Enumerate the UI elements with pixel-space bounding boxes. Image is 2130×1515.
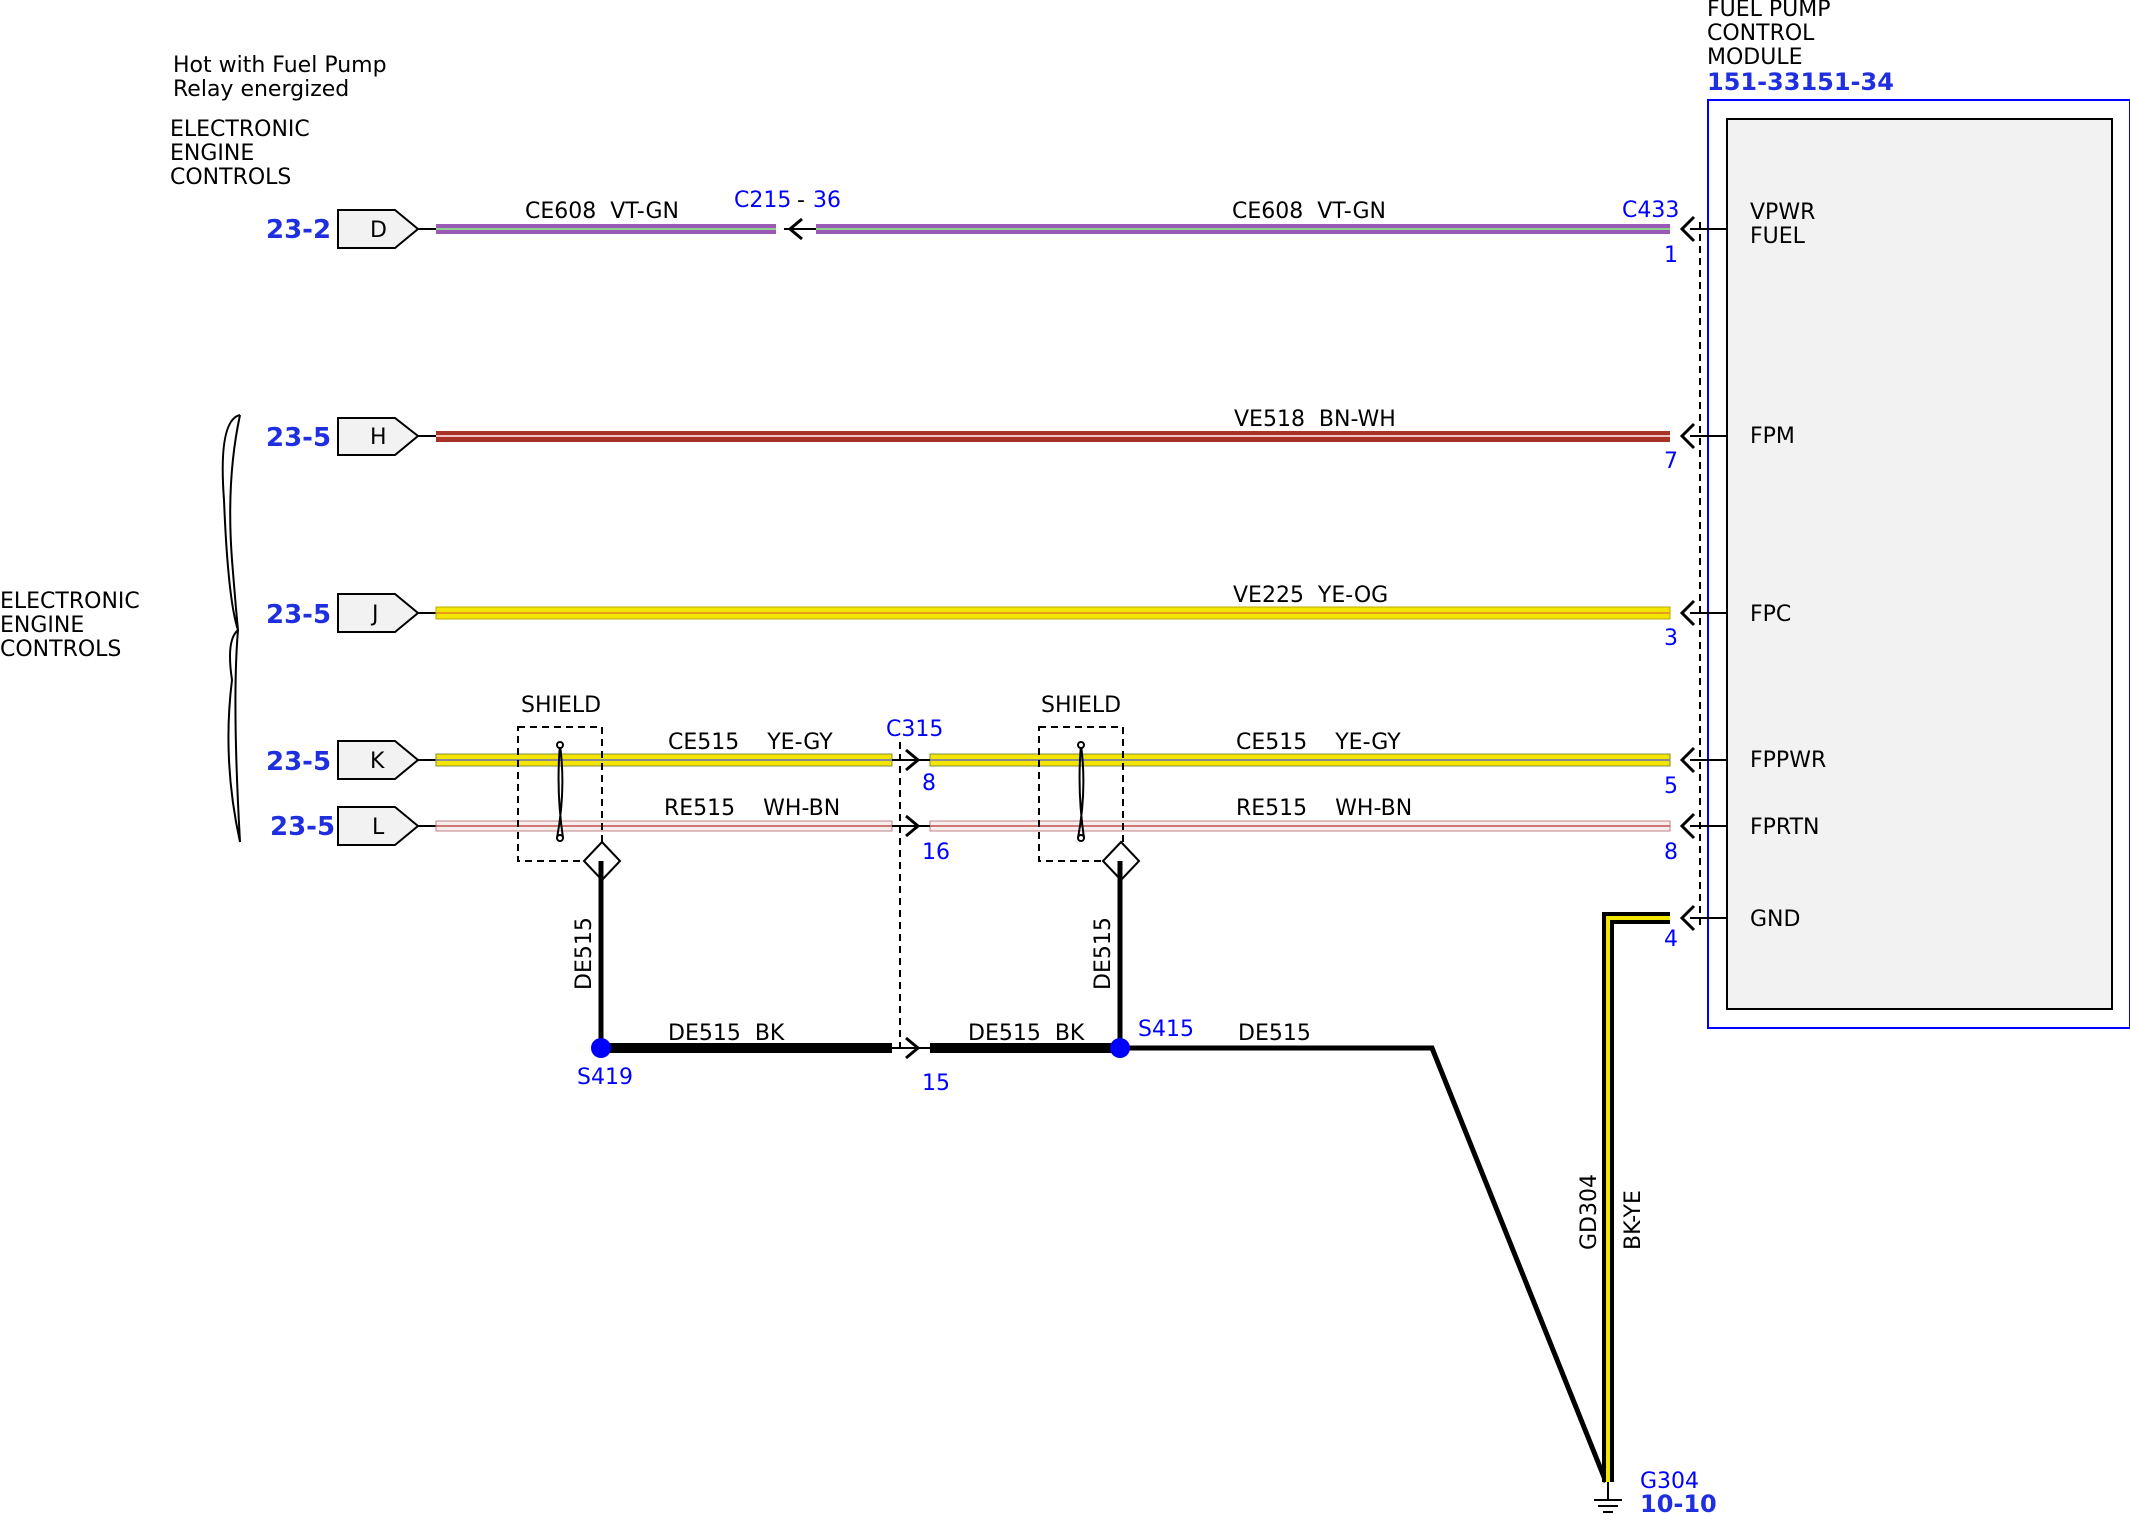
label-ve518: VE518 BN-WH [1234,407,1396,432]
eec-top-line3: CONTROLS [170,165,291,190]
wire-de515-to-ground[interactable] [1120,1045,1609,1483]
ref-23-5-h[interactable]: 23-5 [266,423,331,453]
eec-left-line1: ELECTRONIC [0,589,140,614]
pin-name-fprtn: FPRTN [1750,815,1820,840]
connector-tab-leads [418,228,436,827]
pin-name-fuel: FUEL [1750,224,1806,249]
label-de515-right: DE515 [1238,1021,1311,1046]
shield-left-label: SHIELD [521,693,601,718]
ground-icon [1594,1482,1622,1513]
pin-name-fpc: FPC [1750,602,1791,627]
c215-dash: - [797,188,805,213]
pin-name-gnd: GND [1750,907,1800,932]
label-ce608-left: CE608 VT-GN [525,199,679,224]
shield-drain-diamonds [582,840,1141,882]
tab-letter-d: D [370,218,387,243]
label-gd304: GD304 [1577,1174,1602,1250]
pin-name-vpwr: VPWR [1750,200,1815,225]
module-body [1726,118,2113,1010]
c215-pin: 36 [813,188,841,213]
ref-23-5-l[interactable]: 23-5 [270,812,335,842]
wire-ve225[interactable] [435,606,1671,620]
c433-label[interactable]: C433 [1622,198,1679,223]
splice-s415[interactable] [1110,1038,1130,1058]
eec-top-line1: ELECTRONIC [170,117,310,142]
wire-ce608-right[interactable] [816,224,1670,234]
ref-23-5-j[interactable]: 23-5 [266,600,331,630]
label-re515-left: RE515 WH-BN [664,796,840,821]
wire-re515-left[interactable] [435,820,893,832]
tab-letter-k: K [370,749,385,774]
module-terminal-chevrons [1679,215,1696,932]
module-name-line3: MODULE [1707,45,1803,70]
c315-terminals [905,748,921,1060]
tab-letter-j: J [370,602,379,627]
eec-left-line3: CONTROLS [0,637,121,662]
pin-num-5: 5 [1664,774,1678,799]
label-ce515-right: CE515 YE-GY [1236,730,1401,755]
module-part-number[interactable]: 151-33151-34 [1707,68,1894,96]
tab-letter-h: H [370,425,387,450]
label-ce608-right: CE608 VT-GN [1232,199,1386,224]
c315-pin-15: 15 [922,1071,950,1096]
eec-top-line2: ENGINE [170,141,254,166]
pin-name-fpm: FPM [1750,424,1795,449]
c315-label[interactable]: C315 [886,717,943,742]
splice-s419-label[interactable]: S419 [577,1065,633,1090]
label-de515-vert-left: DE515 [572,917,597,990]
wire-ce608-left[interactable] [436,224,776,234]
shield-right-label: SHIELD [1041,693,1121,718]
label-de515-bk-left: DE515 BK [668,1021,785,1046]
label-ce515-left: CE515 YE-GY [668,730,833,755]
tab-letter-l: L [372,815,385,840]
pin-num-4: 4 [1664,927,1678,952]
label-de515-bk-right: DE515 BK [968,1021,1085,1046]
label-re515-right: RE515 WH-BN [1236,796,1412,821]
wire-ce515-right[interactable] [929,753,1671,767]
label-ve225: VE225 YE-OG [1233,583,1388,608]
wire-ve518[interactable] [436,431,1670,442]
ref-23-2-d[interactable]: 23-2 [266,215,331,245]
wiring-schematic: Hot with Fuel Pump Relay energized ELECT… [0,0,2130,1515]
pin-num-3: 3 [1664,626,1678,651]
pin-num-7: 7 [1664,449,1678,474]
c315-pin-8: 8 [922,771,936,796]
splice-s415-label[interactable]: S415 [1138,1017,1194,1042]
wire-re515-right[interactable] [929,820,1671,832]
ref-23-5-k[interactable]: 23-5 [266,747,331,777]
c315-pin-16: 16 [922,840,950,865]
label-de515-vert-right: DE515 [1091,917,1116,990]
pin-num-8: 8 [1664,840,1678,865]
c215-label[interactable]: C215 [734,188,791,213]
eec-left-line2: ENGINE [0,613,84,638]
label-gd304-color: BK-YE [1621,1190,1646,1250]
module-name-line2: CONTROL [1707,21,1815,46]
wire-ce515-left[interactable] [435,753,893,767]
pin-name-fppwr: FPPWR [1750,748,1826,773]
splice-s419[interactable] [591,1038,611,1058]
ground-ref[interactable]: 10-10 [1640,1490,1717,1515]
module-name-line1: FUEL PUMP [1707,0,1831,22]
pin-num-1: 1 [1664,243,1678,268]
hot-note-line1: Hot with Fuel Pump [173,53,387,78]
hot-note-line2: Relay energized [173,77,349,102]
group-brace [221,414,241,843]
